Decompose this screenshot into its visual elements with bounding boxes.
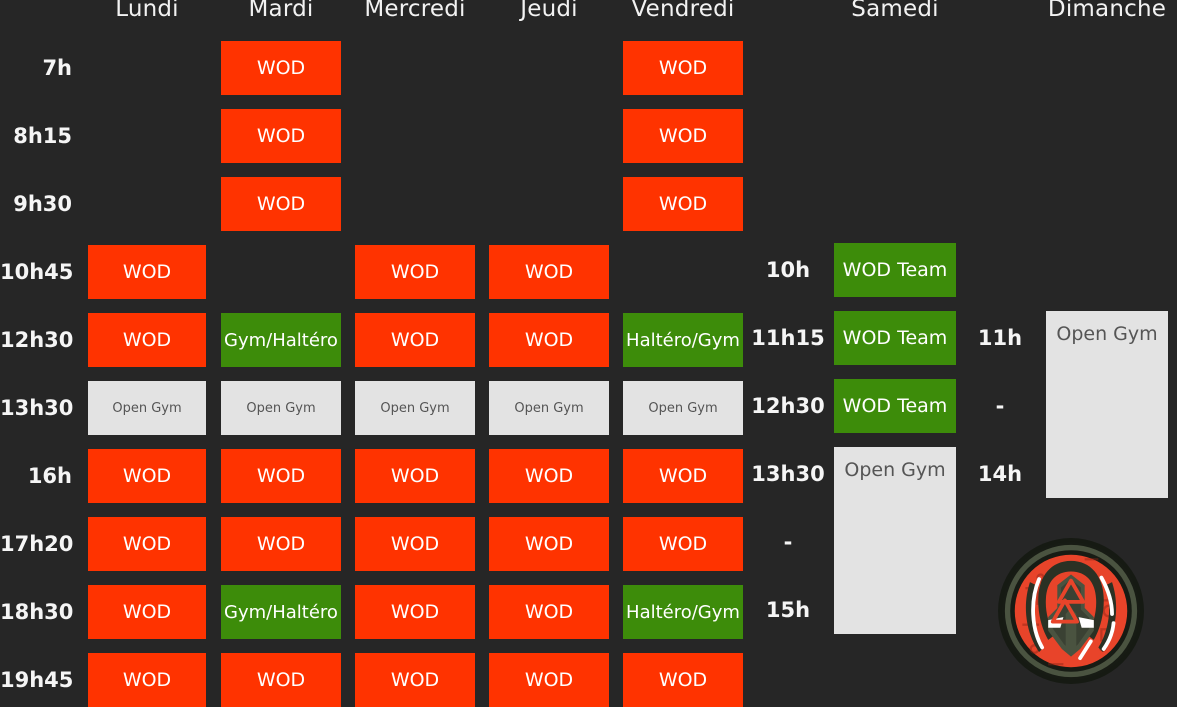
cell-vendredi-19h45[interactable]: WOD [623, 653, 743, 707]
cell-vendredi-7h[interactable]: WOD [623, 41, 743, 95]
cell-mardi-13h30[interactable]: Open Gym [221, 381, 341, 435]
time-label-9h30: 9h30 [13, 192, 72, 216]
cell-mardi-17h20[interactable]: WOD [221, 517, 341, 571]
cell-jeudi-12h30[interactable]: WOD [489, 313, 609, 367]
cell-mercredi-12h30[interactable]: WOD [355, 313, 475, 367]
cell-jeudi-16h[interactable]: WOD [489, 449, 609, 503]
cell-jeudi-19h45[interactable]: WOD [489, 653, 609, 707]
cell-samedi-12h30[interactable]: WOD Team [834, 379, 956, 433]
cell-mardi-7h[interactable]: WOD [221, 41, 341, 95]
day-header-mercredi: Mercredi [364, 0, 466, 22]
samedi-time-11h15: 11h15 [751, 326, 825, 350]
time-label-10h45: 10h45 [0, 260, 74, 284]
cell-vendredi-18h30[interactable]: Haltéro/Gym [623, 585, 743, 639]
cell-lundi-16h[interactable]: WOD [88, 449, 206, 503]
time-label-19h45: 19h45 [0, 668, 74, 692]
cell-samedi-10h[interactable]: WOD Team [834, 243, 956, 297]
cell-mardi-8h15[interactable]: WOD [221, 109, 341, 163]
cell-vendredi-8h15[interactable]: WOD [623, 109, 743, 163]
time-label-7h: 7h [42, 56, 72, 80]
dimanche-time-11h: 11h [977, 326, 1023, 350]
cell-jeudi-13h30[interactable]: Open Gym [489, 381, 609, 435]
cell-mardi-9h30[interactable]: WOD [221, 177, 341, 231]
time-label-16h: 16h [27, 464, 72, 488]
time-label-18h30: 18h30 [0, 600, 74, 624]
cell-jeudi-18h30[interactable]: WOD [489, 585, 609, 639]
cell-dimanche-open-gym[interactable]: Open Gym [1046, 311, 1168, 498]
cell-lundi-17h20[interactable]: WOD [88, 517, 206, 571]
day-header-vendredi: Vendredi [631, 0, 735, 22]
cell-vendredi-16h[interactable]: WOD [623, 449, 743, 503]
day-header-samedi: Samedi [851, 0, 939, 22]
cell-samedi-11h15[interactable]: WOD Team [834, 311, 956, 365]
dimanche-time--: - [995, 394, 1005, 418]
cell-mercredi-13h30[interactable]: Open Gym [355, 381, 475, 435]
day-header-jeudi: Jeudi [520, 0, 578, 22]
day-header-dimanche: Dimanche [1047, 0, 1167, 22]
cell-mardi-12h30[interactable]: Gym/Haltéro [221, 313, 341, 367]
cell-lundi-13h30[interactable]: Open Gym [88, 381, 206, 435]
cell-vendredi-17h20[interactable]: WOD [623, 517, 743, 571]
dimanche-time-14h: 14h [977, 462, 1023, 486]
cell-jeudi-10h45[interactable]: WOD [489, 245, 609, 299]
time-label-8h15: 8h15 [13, 124, 72, 148]
cell-mardi-16h[interactable]: WOD [221, 449, 341, 503]
cell-mercredi-19h45[interactable]: WOD [355, 653, 475, 707]
time-label-17h20: 17h20 [0, 532, 74, 556]
cell-vendredi-13h30[interactable]: Open Gym [623, 381, 743, 435]
cell-mercredi-16h[interactable]: WOD [355, 449, 475, 503]
schedule-board: Lundi Mardi Mercredi Jeudi Vendredi Samedi Dim… [0, 0, 1177, 707]
cell-lundi-12h30[interactable]: WOD [88, 313, 206, 367]
samedi-time-15h: 15h [765, 598, 811, 622]
samedi-time-12h30: 12h30 [751, 394, 825, 418]
cell-lundi-19h45[interactable]: WOD [88, 653, 206, 707]
time-label-13h30: 13h30 [0, 396, 74, 420]
samedi-time--: - [783, 530, 793, 554]
samedi-time-13h30: 13h30 [751, 462, 825, 486]
cell-lundi-18h30[interactable]: WOD [88, 585, 206, 639]
cell-vendredi-12h30[interactable]: Haltéro/Gym [623, 313, 743, 367]
cell-mercredi-17h20[interactable]: WOD [355, 517, 475, 571]
day-header-mardi: Mardi [248, 0, 314, 22]
samedi-time-10h: 10h [765, 258, 811, 282]
day-header-lundi: Lundi [115, 0, 179, 22]
cell-mercredi-18h30[interactable]: WOD [355, 585, 475, 639]
time-label-12h30: 12h30 [0, 328, 74, 352]
cell-lundi-10h45[interactable]: WOD [88, 245, 206, 299]
cell-mardi-18h30[interactable]: Gym/Haltéro [221, 585, 341, 639]
cell-mercredi-10h45[interactable]: WOD [355, 245, 475, 299]
cell-mardi-19h45[interactable]: WOD [221, 653, 341, 707]
cell-vendredi-9h30[interactable]: WOD [623, 177, 743, 231]
cell-jeudi-17h20[interactable]: WOD [489, 517, 609, 571]
cell-samedi-open-gym[interactable]: Open Gym [834, 447, 956, 634]
gym-logo-spartan-helmet-icon [995, 535, 1147, 687]
